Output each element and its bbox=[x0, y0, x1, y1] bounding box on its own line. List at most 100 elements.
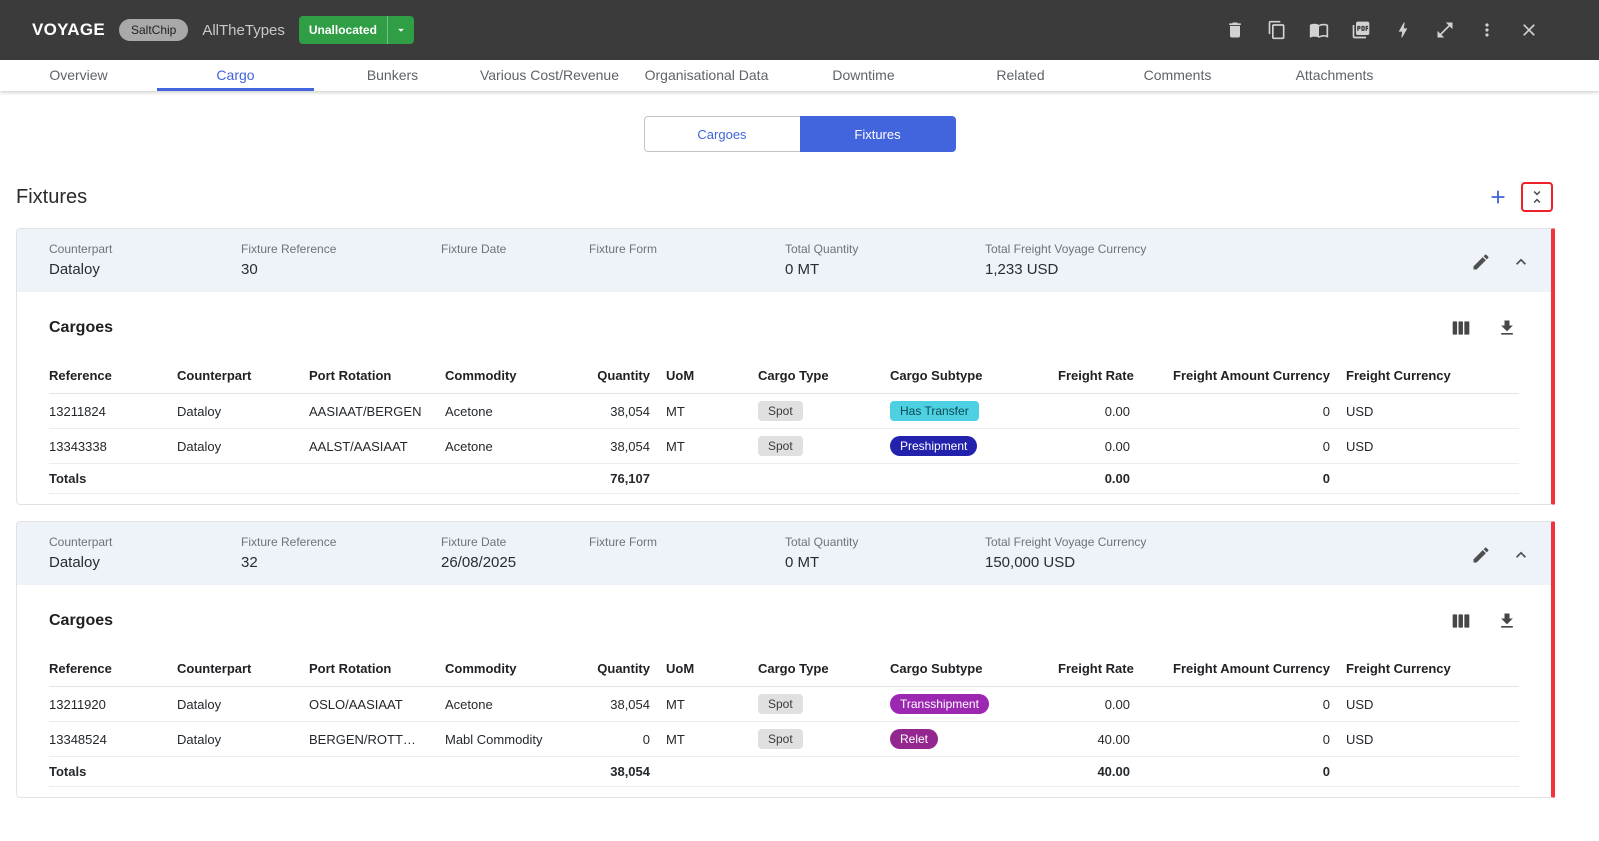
col-freight-currency: Freight Currency bbox=[1346, 651, 1519, 687]
fixtures-section-actions bbox=[1485, 182, 1553, 212]
columns-icon bbox=[1451, 611, 1471, 631]
copy-button[interactable] bbox=[1265, 18, 1289, 42]
cargo-subtype-badge: Transshipment bbox=[890, 694, 989, 714]
tab-downtime[interactable]: Downtime bbox=[785, 60, 942, 91]
fixture-card: Counterpart Dataloy Fixture Reference 30… bbox=[16, 228, 1555, 505]
col-uom: UoM bbox=[666, 651, 758, 687]
fixture-actions bbox=[1469, 250, 1533, 274]
cargo-subtype-badge: Relet bbox=[890, 729, 938, 749]
col-cargo-subtype: Cargo Subtype bbox=[890, 358, 1058, 394]
cargo-row[interactable]: 13211920 Dataloy OSLO/AASIAAT Acetone 38… bbox=[49, 687, 1519, 722]
tab-bunkers[interactable]: Bunkers bbox=[314, 60, 471, 91]
pdf-button[interactable] bbox=[1349, 18, 1373, 42]
fixture-actions bbox=[1469, 543, 1533, 567]
download-button[interactable] bbox=[1495, 316, 1519, 340]
fixtures-section-title: Fixtures bbox=[16, 186, 87, 209]
col-commodity: Commodity bbox=[445, 651, 561, 687]
toggle-cargoes-button[interactable]: Cargoes bbox=[644, 116, 800, 152]
status-label: Unallocated bbox=[299, 16, 387, 44]
columns-button[interactable] bbox=[1449, 316, 1473, 340]
chevron-up-icon bbox=[1511, 545, 1531, 565]
expand-icon bbox=[1435, 20, 1455, 40]
cargoes-table: Reference Counterpart Port Rotation Comm… bbox=[49, 358, 1519, 494]
cargo-type-badge: Spot bbox=[758, 401, 803, 421]
col-freight-rate: Freight Rate bbox=[1058, 651, 1146, 687]
cargoes-title: Cargoes bbox=[49, 612, 113, 630]
add-fixture-button[interactable] bbox=[1485, 184, 1511, 210]
field-total-quantity: Total Quantity 0 MT bbox=[785, 242, 985, 279]
table-header-row: Reference Counterpart Port Rotation Comm… bbox=[49, 358, 1519, 394]
tab-comments[interactable]: Comments bbox=[1099, 60, 1256, 91]
cargo-row[interactable]: 13348524 Dataloy BERGEN/ROTT… Mabl Commo… bbox=[49, 722, 1519, 757]
cargoes-actions bbox=[1449, 609, 1519, 633]
edit-fixture-button[interactable] bbox=[1469, 543, 1493, 567]
col-freight-amount-currency: Freight Amount Currency bbox=[1146, 651, 1346, 687]
tab-related[interactable]: Related bbox=[942, 60, 1099, 91]
voyage-title-bar: VOYAGE SaltChip AllTheTypes Unallocated bbox=[0, 0, 1599, 60]
field-fixture-form: Fixture Form bbox=[589, 535, 785, 572]
view-toggle: Cargoes Fixtures bbox=[0, 116, 1599, 152]
collapse-all-button[interactable] bbox=[1521, 182, 1553, 212]
delete-button[interactable] bbox=[1223, 18, 1247, 42]
fixture-summary-bar: Counterpart Dataloy Fixture Reference 32… bbox=[17, 522, 1551, 585]
cargoes-header: Cargoes bbox=[49, 316, 1519, 340]
status-dropdown-button[interactable]: Unallocated bbox=[299, 16, 414, 44]
col-counterpart: Counterpart bbox=[177, 651, 309, 687]
tab-cargo[interactable]: Cargo bbox=[157, 60, 314, 91]
cargoes-actions bbox=[1449, 316, 1519, 340]
collapse-fixture-button[interactable] bbox=[1509, 543, 1533, 567]
tab-various-cost-revenue[interactable]: Various Cost/Revenue bbox=[471, 60, 628, 91]
col-quantity: Quantity bbox=[561, 651, 666, 687]
field-fixture-form: Fixture Form bbox=[589, 242, 785, 279]
expand-button[interactable] bbox=[1433, 18, 1457, 42]
field-total-freight: Total Freight Voyage Currency 1,233 USD bbox=[985, 242, 1469, 279]
totals-row: Totals 38,054 40.00 0 bbox=[49, 757, 1519, 787]
col-reference: Reference bbox=[49, 358, 177, 394]
download-button[interactable] bbox=[1495, 609, 1519, 633]
download-icon bbox=[1497, 318, 1517, 338]
bolt-button[interactable] bbox=[1391, 18, 1415, 42]
table-header-row: Reference Counterpart Port Rotation Comm… bbox=[49, 651, 1519, 687]
col-freight-currency: Freight Currency bbox=[1346, 358, 1519, 394]
columns-button[interactable] bbox=[1449, 609, 1473, 633]
col-counterpart: Counterpart bbox=[177, 358, 309, 394]
toolbar-icons bbox=[1223, 18, 1541, 42]
cargo-row[interactable]: 13211824 Dataloy AASIAAT/BERGEN Acetone … bbox=[49, 394, 1519, 429]
cargo-type-badge: Spot bbox=[758, 436, 803, 456]
col-uom: UoM bbox=[666, 358, 758, 394]
collapse-fixture-button[interactable] bbox=[1509, 250, 1533, 274]
edit-fixture-button[interactable] bbox=[1469, 250, 1493, 274]
col-reference: Reference bbox=[49, 651, 177, 687]
cargo-subtype-badge: Has Transfer bbox=[890, 401, 979, 421]
col-port-rotation: Port Rotation bbox=[309, 358, 445, 394]
pencil-icon bbox=[1471, 545, 1491, 565]
cargoes-title: Cargoes bbox=[49, 319, 113, 337]
more-button[interactable] bbox=[1475, 18, 1499, 42]
cargo-type-badge: Spot bbox=[758, 729, 803, 749]
page-title: VOYAGE bbox=[32, 20, 105, 40]
col-quantity: Quantity bbox=[561, 358, 666, 394]
cargo-subtype-badge: Preshipment bbox=[890, 436, 977, 456]
col-cargo-subtype: Cargo Subtype bbox=[890, 651, 1058, 687]
fixture-summary-bar: Counterpart Dataloy Fixture Reference 30… bbox=[17, 229, 1551, 292]
more-vert-icon bbox=[1477, 20, 1497, 40]
toggle-fixtures-button[interactable]: Fixtures bbox=[800, 116, 956, 152]
field-total-freight: Total Freight Voyage Currency 150,000 US… bbox=[985, 535, 1469, 572]
close-button[interactable] bbox=[1517, 18, 1541, 42]
pencil-icon bbox=[1471, 252, 1491, 272]
field-fixture-date: Fixture Date bbox=[441, 242, 589, 279]
saltchip-badge: SaltChip bbox=[119, 19, 188, 41]
tab-organisational-data[interactable]: Organisational Data bbox=[628, 60, 785, 91]
chevron-up-icon bbox=[1511, 252, 1531, 272]
download-icon bbox=[1497, 611, 1517, 631]
cargo-row[interactable]: 13343338 Dataloy AALST/AASIAAT Acetone 3… bbox=[49, 429, 1519, 464]
field-fixture-reference: Fixture Reference 32 bbox=[241, 535, 441, 572]
pdf-icon bbox=[1351, 20, 1371, 40]
totals-row: Totals 76,107 0.00 0 bbox=[49, 464, 1519, 494]
tab-overview[interactable]: Overview bbox=[0, 60, 157, 91]
bolt-icon bbox=[1393, 20, 1413, 40]
tab-attachments[interactable]: Attachments bbox=[1256, 60, 1413, 91]
close-icon bbox=[1519, 20, 1539, 40]
report-button[interactable] bbox=[1307, 18, 1331, 42]
col-freight-amount-currency: Freight Amount Currency bbox=[1146, 358, 1346, 394]
